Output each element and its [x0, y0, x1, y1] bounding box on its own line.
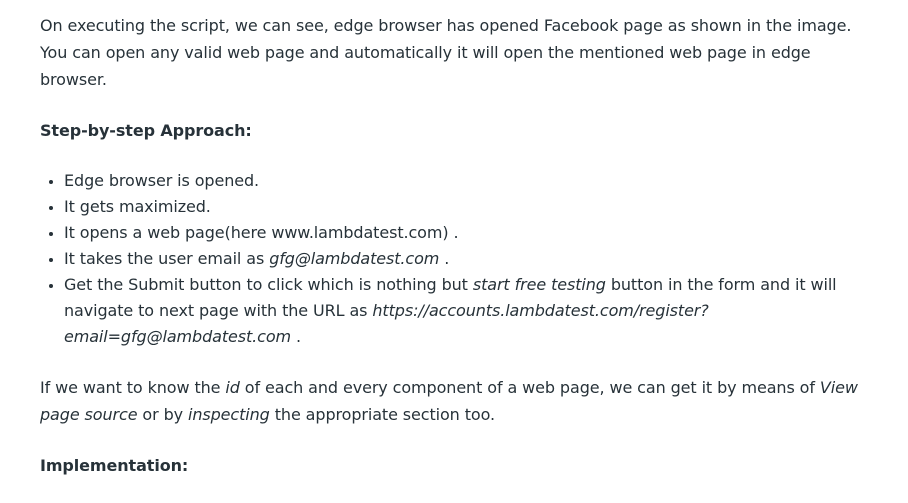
article-content: On executing the script, we can see, edg… — [40, 12, 880, 503]
list-item: It gets maximized. — [64, 194, 880, 220]
step-text: Edge browser is opened. — [64, 171, 260, 190]
button-name-text: start free testing — [472, 275, 606, 294]
implementation-heading: Implementation: — [40, 456, 189, 475]
inspecting-term: inspecting — [188, 405, 270, 424]
approach-heading: Step-by-step Approach: — [40, 121, 252, 140]
id-term: id — [225, 378, 240, 397]
list-item: It opens a web page(here www.lambdatest.… — [64, 220, 880, 246]
step-text: It takes the user email as — [64, 249, 270, 268]
id-paragraph: If we want to know the id of each and ev… — [40, 374, 880, 428]
intro-paragraph: On executing the script, we can see, edg… — [40, 16, 852, 89]
steps-list: Edge browser is opened. It gets maximize… — [40, 168, 880, 350]
list-item: Edge browser is opened. — [64, 168, 880, 194]
step-text: It gets maximized. — [64, 197, 211, 216]
email-text: gfg@lambdatest.com — [269, 249, 440, 268]
step-text: Get the Submit button to click which is … — [64, 275, 473, 294]
list-item: Get the Submit button to click which is … — [64, 272, 880, 350]
step-text-suffix: . — [291, 327, 301, 346]
paragraph-text: the appropriate section too. — [269, 405, 495, 424]
paragraph-text: If we want to know the — [40, 378, 226, 397]
paragraph-text: or by — [137, 405, 188, 424]
paragraph-text: of each and every component of a web pag… — [239, 378, 820, 397]
step-text: It opens a web page(here www.lambdatest.… — [64, 223, 459, 242]
list-item: It takes the user email as gfg@lambdates… — [64, 246, 880, 272]
step-text-suffix: . — [439, 249, 450, 268]
